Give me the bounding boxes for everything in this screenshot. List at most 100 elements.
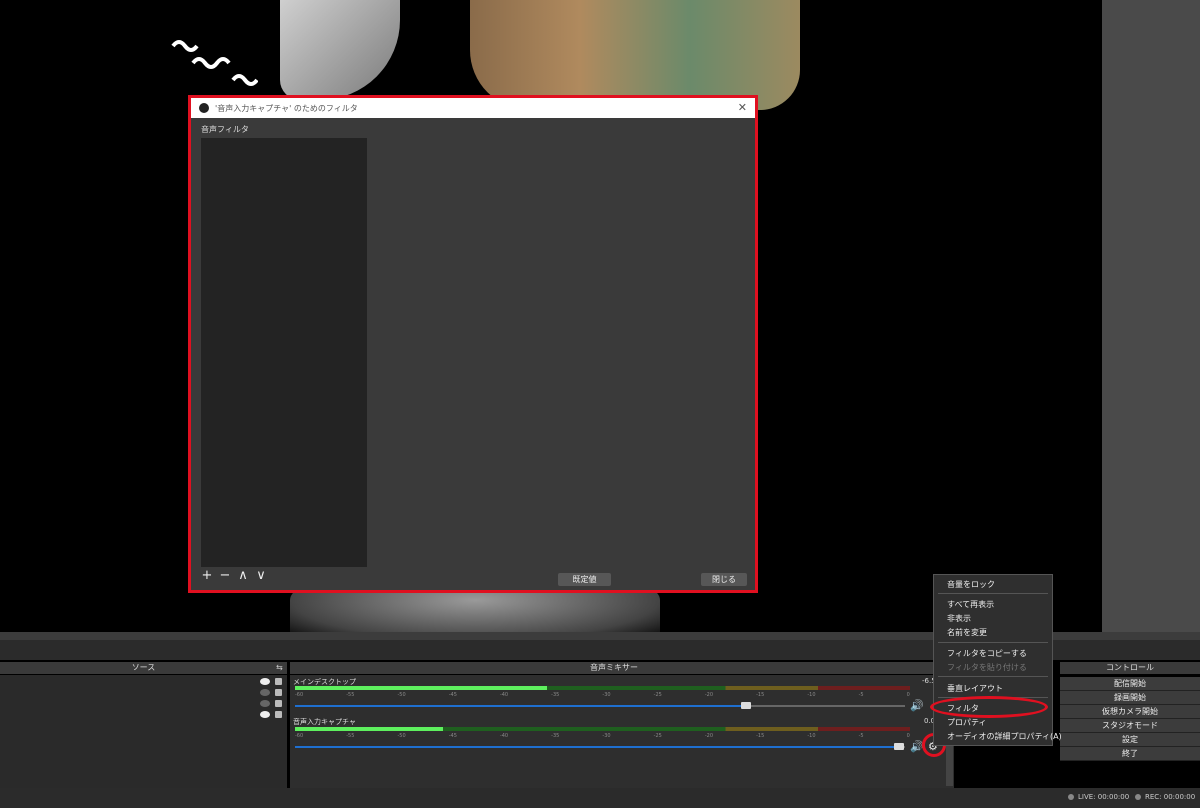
sources-header: ソース <box>0 662 287 674</box>
source-row[interactable] <box>260 689 282 696</box>
status-bar: LIVE: 00:00:00 REC: 00:00:00 <box>0 788 1200 808</box>
audio-filters-label: 音声フィルタ <box>201 125 249 134</box>
mixer-header: 音声ミキサー <box>290 662 938 674</box>
meter-tick-label: -45 <box>448 733 457 739</box>
track-name: 音声入力キャプチャ <box>293 718 356 726</box>
meter-tick-label: -10 <box>807 692 816 698</box>
meter-tick-label: -15 <box>756 692 765 698</box>
lock-icon[interactable] <box>275 678 282 685</box>
sources-settings-icon[interactable]: ⇆ <box>276 663 283 672</box>
menu-item-hide[interactable]: 非表示 <box>947 613 971 624</box>
meter-ticks: -60 -55 -50 -45 -40 -35 -30 -25 -20 -15 -10 -5 0 <box>295 733 910 739</box>
meter-tick-label: -5 <box>858 692 864 698</box>
menu-item-properties[interactable]: プロパティ <box>947 717 987 728</box>
meter-fill <box>295 727 443 731</box>
source-row[interactable] <box>260 700 282 707</box>
move-up-button[interactable]: ∧ <box>237 569 249 582</box>
start-recording-button[interactable]: 録画開始 <box>1060 691 1200 705</box>
dialog-titlebar[interactable]: '音声入力キャプチャ' のためのフィルタ ✕ <box>191 98 755 118</box>
source-row[interactable] <box>260 678 282 685</box>
settings-button[interactable]: 設定 <box>1060 733 1200 747</box>
meter-tick-label: -50 <box>397 733 406 739</box>
meter-tick-label: -40 <box>499 733 509 739</box>
meter-tick-label: -5 <box>858 733 864 739</box>
live-time: LIVE: 00:00:00 <box>1078 793 1130 801</box>
meter-tick-label: -40 <box>499 692 509 698</box>
defaults-button[interactable]: 既定値 <box>558 573 611 586</box>
menu-item-advanced-audio-properties[interactable]: オーディオの詳細プロパティ(A) <box>947 731 1062 742</box>
dialog-title: '音声入力キャプチャ' のためのフィルタ <box>215 103 358 113</box>
volume-meter <box>295 727 910 731</box>
exit-button[interactable]: 終了 <box>1060 747 1200 761</box>
lock-icon[interactable] <box>275 689 282 696</box>
remove-filter-button[interactable]: − <box>219 569 231 582</box>
menu-separator <box>938 642 1048 643</box>
start-streaming-button[interactable]: 配信開始 <box>1060 677 1200 691</box>
source-row[interactable] <box>260 711 282 718</box>
slider-fill <box>295 746 899 748</box>
controls-header: コントロール <box>1060 662 1200 674</box>
rec-time: REC: 00:00:00 <box>1145 793 1196 801</box>
menu-separator <box>938 593 1048 594</box>
eye-icon[interactable] <box>260 711 270 718</box>
start-virtual-camera-button[interactable]: 仮想カメラ開始 <box>1060 705 1200 719</box>
lock-icon[interactable] <box>275 700 282 707</box>
eye-hidden-icon[interactable] <box>260 689 270 696</box>
move-down-button[interactable]: ∨ <box>255 569 267 582</box>
filter-toolbar: + − ∧ ∨ <box>201 569 267 582</box>
meter-tick-label: -35 <box>551 692 560 698</box>
meter-tick-label: -30 <box>602 692 611 698</box>
studio-mode-button[interactable]: スタジオモード <box>1060 719 1200 733</box>
slider-fill <box>295 705 747 707</box>
menu-item-vertical-layout[interactable]: 垂直レイアウト <box>947 683 1003 694</box>
slider-handle[interactable] <box>893 743 904 750</box>
meter-tick-label: 0 <box>906 692 910 698</box>
meter-tick-label: -45 <box>448 692 457 698</box>
volume-slider[interactable] <box>295 702 905 709</box>
audio-mixer: メインデスクトップ -6.5 -60 -55 -50 -45 -40 -35 -30 -25-… <box>290 675 954 788</box>
sources-list[interactable] <box>0 675 287 788</box>
obs-logo-icon <box>199 103 209 113</box>
lock-icon[interactable] <box>275 711 282 718</box>
meter-tick-label: -25 <box>653 692 662 698</box>
eye-hidden-icon[interactable] <box>260 700 270 707</box>
preview-side-panel <box>1102 0 1200 632</box>
meter-tick-label: -15 <box>756 733 765 739</box>
preview-squiggle <box>171 40 258 86</box>
volume-meter <box>295 686 910 690</box>
slider-handle[interactable] <box>741 702 752 709</box>
meter-tick-label: -20 <box>704 733 714 739</box>
preview-figure-arm <box>470 0 800 110</box>
menu-item-rename[interactable]: 名前を変更 <box>947 627 987 638</box>
filter-list[interactable] <box>201 138 367 567</box>
preview-figure-ear <box>280 0 400 100</box>
eye-icon[interactable] <box>260 678 270 685</box>
menu-item-lock-volume[interactable]: 音量をロック <box>947 579 995 590</box>
meter-tick-label: 0 <box>906 733 910 739</box>
live-status: LIVE: 00:00:00 <box>1068 793 1129 801</box>
rec-indicator-icon <box>1135 794 1141 800</box>
volume-slider[interactable] <box>295 743 905 750</box>
meter-tick-label: -60 <box>295 692 304 698</box>
meter-tick-label: -30 <box>602 733 611 739</box>
close-button[interactable]: 閉じる <box>701 573 747 586</box>
meter-tick-label: -55 <box>346 692 355 698</box>
menu-item-unhide-all[interactable]: すべて再表示 <box>947 599 994 610</box>
meter-tick-label: -35 <box>551 733 560 739</box>
meter-tick-label: -55 <box>346 733 355 739</box>
meter-tick-label: -10 <box>807 733 816 739</box>
live-indicator-icon <box>1068 794 1074 800</box>
meter-tick-label: -20 <box>704 692 714 698</box>
add-filter-button[interactable]: + <box>201 569 213 582</box>
filter-highlight-oval <box>930 696 1048 718</box>
close-icon[interactable]: ✕ <box>738 101 747 114</box>
menu-item-copy-filters[interactable]: フィルタをコピーする <box>947 648 1027 659</box>
meter-fill <box>295 686 548 690</box>
meter-ticks: -60 -55 -50 -45 -40 -35 -30 -25 -20 -15 -10 -5 0 <box>295 692 910 698</box>
filters-dialog: '音声入力キャプチャ' のためのフィルタ ✕ 音声フィルタ + − ∧ ∨ 既定… <box>188 95 758 593</box>
rec-status: REC: 00:00:00 <box>1135 793 1195 801</box>
speaker-icon[interactable]: 🔊 <box>910 699 924 712</box>
meter-tick-label: -50 <box>397 692 406 698</box>
menu-item-paste-filters: フィルタを貼り付ける <box>947 663 1027 672</box>
meter-tick-label: -25 <box>653 733 662 739</box>
